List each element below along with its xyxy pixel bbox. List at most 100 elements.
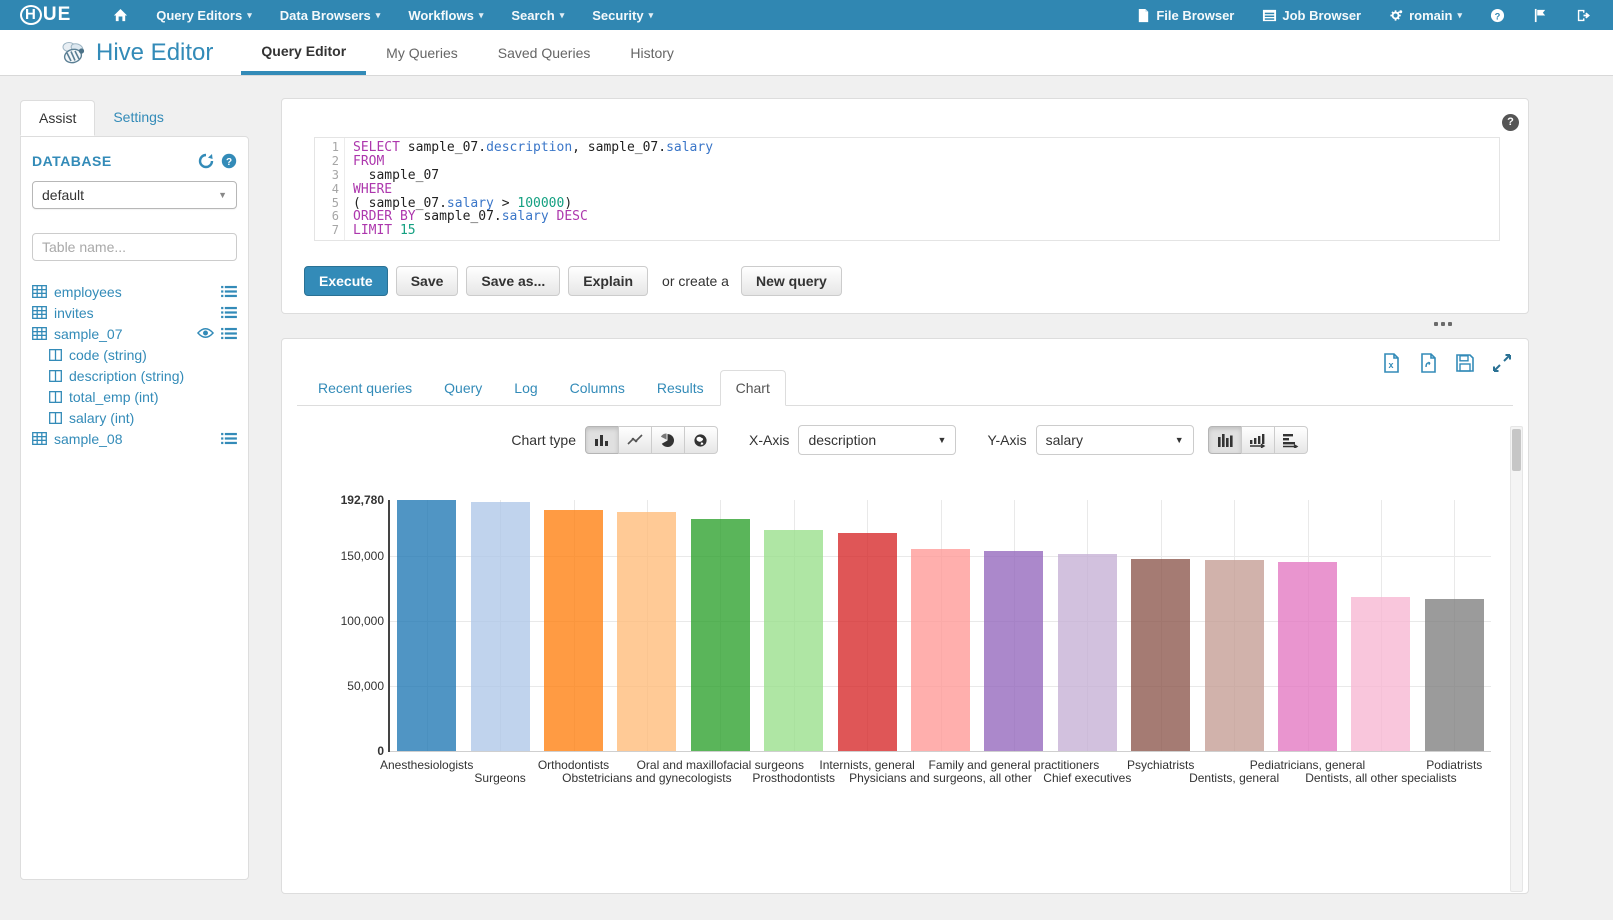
hue-logo[interactable]: HHUEUE: [20, 4, 71, 26]
table-item-invites[interactable]: invites: [32, 302, 237, 323]
column-item-total_emp[interactable]: total_emp (int): [32, 386, 237, 407]
column-item-code[interactable]: code (string): [32, 344, 237, 365]
horizontal-bars-button[interactable]: [1274, 426, 1308, 454]
sql-editor[interactable]: 1234567 SELECT sample_07.description, sa…: [314, 137, 1500, 241]
results-tab-log[interactable]: Log: [498, 370, 553, 406]
y-axis-line: [388, 500, 390, 752]
editor-help-icon[interactable]: ?: [1502, 114, 1519, 131]
column-item-salary[interactable]: salary (int): [32, 407, 237, 428]
feedback-flag-button[interactable]: [1519, 0, 1562, 30]
navbar-menu-security[interactable]: Security▾: [578, 0, 667, 30]
tab-history[interactable]: History: [610, 30, 694, 75]
results-tab-columns[interactable]: Columns: [554, 370, 641, 406]
execute-button[interactable]: Execute: [304, 266, 388, 296]
results-tab-recent-queries[interactable]: Recent queries: [302, 370, 428, 406]
database-select[interactable]: default ▼: [32, 181, 237, 209]
table-item-employees[interactable]: employees: [32, 281, 237, 302]
navbar-menu-label: Data Browsers: [280, 8, 371, 23]
or-create-text: or create a: [662, 273, 729, 289]
bar-internists-general[interactable]: [838, 533, 897, 751]
bar-surgeons[interactable]: [471, 502, 530, 751]
editor-code[interactable]: SELECT sample_07.description, sample_07.…: [345, 138, 713, 240]
sign-out-icon: [1576, 8, 1591, 23]
bar-family-and-general-practitioners[interactable]: [984, 551, 1043, 751]
explain-button[interactable]: Explain: [568, 266, 648, 296]
column-name: total_emp (int): [69, 389, 158, 405]
app-header: Hive Editor Query EditorMy QueriesSaved …: [0, 30, 1613, 76]
results-scrollbar[interactable]: [1510, 426, 1523, 892]
tab-my-queries[interactable]: My Queries: [366, 30, 478, 75]
bar-orthodontists[interactable]: [544, 510, 603, 751]
navbar-menu-workflows[interactable]: Workflows▾: [394, 0, 497, 30]
column-icon: [49, 370, 62, 382]
bar-prosthodontists[interactable]: [764, 530, 823, 751]
results-tab-results[interactable]: Results: [641, 370, 720, 406]
tab-saved-queries[interactable]: Saved Queries: [478, 30, 611, 75]
bar-anesthesiologists[interactable]: [397, 500, 456, 751]
chart-type-bars-button[interactable]: [585, 426, 619, 454]
question-circle-icon: ?: [1490, 8, 1505, 23]
help-circle-icon[interactable]: ?: [221, 153, 237, 169]
timeline-bars-button[interactable]: [1241, 426, 1275, 454]
chart-type-map-button[interactable]: [684, 426, 718, 454]
bar-physicians-and-surgeons-all-other[interactable]: [911, 549, 970, 751]
results-tab-chart[interactable]: Chart: [720, 370, 786, 406]
table-item-sample_07[interactable]: sample_07: [32, 323, 237, 344]
chart-type-group: [585, 426, 718, 454]
y-tick-label: 0: [292, 744, 384, 758]
results-tab-query[interactable]: Query: [428, 370, 498, 406]
bar-obstetricians-and-gynecologists[interactable]: [617, 512, 676, 751]
bar-pediatricians-general[interactable]: [1278, 562, 1337, 751]
table-menu-icon[interactable]: [221, 432, 237, 446]
x-axis-label: Family and general practitioners: [929, 758, 1100, 772]
x-axis-select[interactable]: description ▼: [798, 425, 956, 455]
map-globe-icon: [693, 433, 708, 448]
save-as-button[interactable]: Save as...: [466, 266, 560, 296]
panel-resize-handle[interactable]: [1434, 322, 1452, 326]
bar-dentists-general[interactable]: [1205, 560, 1264, 751]
navbar-menu-label: Query Editors: [156, 8, 242, 23]
svg-text:?: ?: [226, 157, 232, 168]
tab-assist[interactable]: Assist: [20, 100, 95, 136]
job-browser-link[interactable]: Job Browser: [1248, 0, 1375, 30]
top-navbar: HHUEUE Query Editors▾Data Browsers▾Workf…: [0, 0, 1613, 30]
navbar-menu-data-browsers[interactable]: Data Browsers▾: [266, 0, 395, 30]
x-axis-label: Obstetricians and gynecologists: [562, 771, 731, 785]
tab-query-editor[interactable]: Query Editor: [241, 30, 366, 75]
new-query-button[interactable]: New query: [741, 266, 842, 296]
x-axis-label: Pediatricians, general: [1250, 758, 1365, 772]
table-menu-icon[interactable]: [221, 327, 237, 341]
navbar-menu-label: Security: [592, 8, 643, 23]
home-icon[interactable]: [99, 0, 142, 30]
table-menu-icon[interactable]: [221, 306, 237, 320]
table-filter-input[interactable]: [32, 233, 237, 261]
help-button[interactable]: ?: [1476, 0, 1519, 30]
tab-settings[interactable]: Settings: [95, 100, 182, 136]
line-number: 5: [315, 197, 339, 211]
bar-psychiatrists[interactable]: [1131, 559, 1190, 751]
preview-eye-icon[interactable]: [197, 327, 213, 341]
chevron-down-icon: ▼: [1175, 435, 1184, 445]
user-menu[interactable]: romain ▾: [1375, 0, 1476, 30]
file-browser-link[interactable]: File Browser: [1122, 0, 1248, 30]
bar-chief-executives[interactable]: [1058, 554, 1117, 751]
chart-type-line-button[interactable]: [618, 426, 652, 454]
x-axis-label: Podiatrists: [1426, 758, 1482, 772]
navbar-menu-label: Search: [511, 8, 554, 23]
scrollbar-thumb[interactable]: [1512, 429, 1521, 471]
bar-dentists-all-other-specialists[interactable]: [1351, 597, 1410, 751]
column-item-description[interactable]: description (string): [32, 365, 237, 386]
bar-oral-and-maxillofacial-surgeons[interactable]: [691, 519, 750, 751]
bar-podiatrists[interactable]: [1425, 599, 1484, 751]
navbar-menu-query-editors[interactable]: Query Editors▾: [142, 0, 266, 30]
sign-out-button[interactable]: [1562, 0, 1605, 30]
x-axis-label: Chief executives: [1043, 771, 1131, 785]
table-item-sample_08[interactable]: sample_08: [32, 428, 237, 449]
y-axis-select[interactable]: salary ▼: [1036, 425, 1194, 455]
chart-type-pie-button[interactable]: [651, 426, 685, 454]
table-menu-icon[interactable]: [221, 285, 237, 299]
vertical-bars-button[interactable]: [1208, 426, 1242, 454]
navbar-menu-search[interactable]: Search▾: [497, 0, 578, 30]
refresh-icon[interactable]: [198, 153, 214, 169]
save-button[interactable]: Save: [396, 266, 459, 296]
